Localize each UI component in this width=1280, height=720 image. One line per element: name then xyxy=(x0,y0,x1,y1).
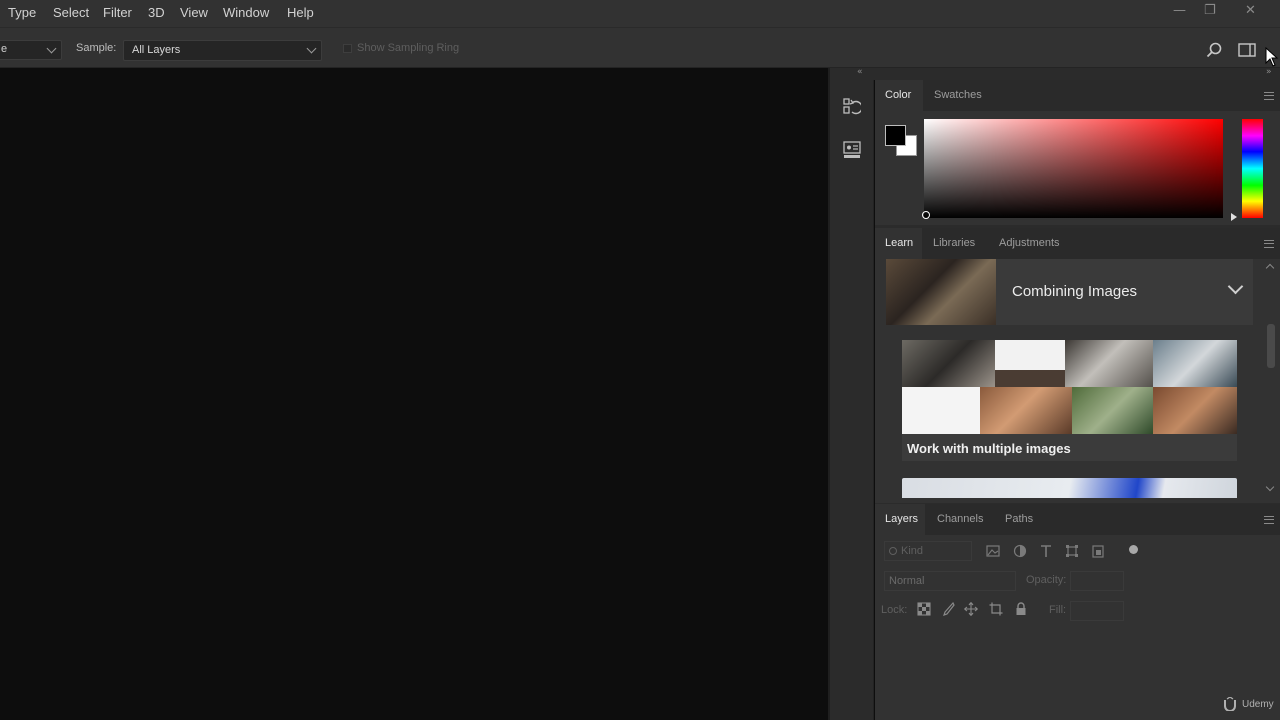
layers-tabs: Layers Channels Paths xyxy=(875,504,1280,535)
lock-image-pixels-icon[interactable] xyxy=(941,602,955,616)
filter-kind-select[interactable]: Kind xyxy=(884,541,972,561)
show-sampling-ring-checkbox[interactable] xyxy=(343,44,352,53)
layers-panel: Layers Channels Paths Kind Normal Opacit… xyxy=(875,504,1280,720)
foreground-color-swatch[interactable] xyxy=(885,125,906,146)
chevron-down-icon xyxy=(46,43,57,54)
lock-label: Lock: xyxy=(881,604,908,616)
color-panel: Color Swatches xyxy=(875,80,1280,225)
properties-icon[interactable] xyxy=(843,141,861,159)
lock-position-icon[interactable] xyxy=(964,602,978,616)
tab-learn[interactable]: Learn xyxy=(885,237,913,249)
blend-mode-select[interactable]: Normal xyxy=(884,571,1016,591)
menu-bar: Type Select Filter 3D View Window Help —… xyxy=(0,0,1280,27)
search-icon xyxy=(889,547,897,555)
hue-slider-marker[interactable] xyxy=(1231,213,1237,221)
tutorial-card-next[interactable] xyxy=(902,478,1237,498)
section-thumbnail xyxy=(886,259,996,325)
workspace-icon[interactable] xyxy=(1238,43,1256,57)
tab-swatches[interactable]: Swatches xyxy=(934,89,982,101)
chevron-down-icon xyxy=(306,43,317,54)
menu-view[interactable]: View xyxy=(180,5,208,20)
menu-filter[interactable]: Filter xyxy=(103,5,132,20)
tutorial-title: Work with multiple images xyxy=(907,441,1071,456)
collapse-icon[interactable]: « xyxy=(857,67,863,77)
watermark-text: Udemy xyxy=(1242,699,1274,710)
scroll-down-icon[interactable] xyxy=(1265,482,1275,492)
sample-size-select[interactable]: e xyxy=(0,40,62,60)
adjustment-layer-filter-icon[interactable] xyxy=(1013,544,1027,558)
learn-section-header[interactable]: Combining Images xyxy=(886,259,1253,325)
learn-panel: Learn Libraries Adjustments Combining Im… xyxy=(875,228,1280,503)
history-icon[interactable] xyxy=(843,97,861,115)
color-tabs: Color Swatches xyxy=(875,80,1280,111)
shape-layer-filter-icon[interactable] xyxy=(1065,544,1079,558)
section-title: Combining Images xyxy=(1012,283,1138,300)
learn-scrollbar[interactable] xyxy=(1265,259,1277,499)
panel-menu-icon[interactable] xyxy=(1264,92,1274,100)
fill-label: Fill: xyxy=(1049,604,1067,616)
tab-adjustments[interactable]: Adjustments xyxy=(999,237,1060,249)
sample-select[interactable]: All Layers xyxy=(123,40,322,61)
panel-menu-icon[interactable] xyxy=(1264,240,1274,248)
tab-libraries[interactable]: Libraries xyxy=(933,237,975,249)
tab-channels[interactable]: Channels xyxy=(937,513,983,525)
sample-label: Sample: xyxy=(76,42,117,54)
restore-button[interactable]: ❐ xyxy=(1204,3,1216,18)
document-canvas[interactable] xyxy=(0,68,828,720)
blend-mode-value: Normal xyxy=(889,575,925,587)
tab-paths[interactable]: Paths xyxy=(1005,513,1033,525)
panel-menu-icon[interactable] xyxy=(1264,516,1274,524)
lock-all-icon[interactable] xyxy=(1014,602,1028,616)
saturation-brightness-field[interactable] xyxy=(924,119,1223,218)
filter-toggle-icon[interactable] xyxy=(1129,545,1138,554)
menu-type[interactable]: Type xyxy=(8,5,36,20)
smart-object-filter-icon[interactable] xyxy=(1091,544,1105,558)
menu-3d[interactable]: 3D xyxy=(148,5,165,20)
menu-select[interactable]: Select xyxy=(53,5,89,20)
opacity-input[interactable] xyxy=(1070,571,1124,591)
chevron-down-icon[interactable] xyxy=(1227,278,1244,295)
scroll-up-icon[interactable] xyxy=(1265,263,1275,273)
menu-help[interactable]: Help xyxy=(287,5,314,20)
scroll-thumb[interactable] xyxy=(1267,324,1275,368)
hue-slider[interactable] xyxy=(1242,119,1263,218)
search-icon[interactable] xyxy=(1206,42,1222,58)
tutorial-card[interactable]: Work with multiple images xyxy=(902,340,1237,461)
opacity-label: Opacity: xyxy=(1026,574,1067,586)
menu-window[interactable]: Window xyxy=(223,5,269,20)
panel-icon-strip xyxy=(830,80,874,720)
prevent-autonest-icon[interactable] xyxy=(989,602,1003,616)
lock-transparent-pixels-icon[interactable] xyxy=(917,602,931,616)
sample-value: All Layers xyxy=(132,44,181,56)
minimize-button[interactable]: — xyxy=(1173,3,1186,18)
show-sampling-ring-label: Show Sampling Ring xyxy=(357,42,460,54)
options-bar: e Sample: All Layers Show Sampling Ring xyxy=(0,27,1280,68)
sample-size-value: e xyxy=(1,43,8,55)
color-picker-marker[interactable] xyxy=(922,211,930,219)
filter-kind-value: Kind xyxy=(901,545,924,557)
udemy-logo-icon xyxy=(1224,697,1236,711)
type-layer-filter-icon[interactable] xyxy=(1039,544,1053,558)
pixel-layer-filter-icon[interactable] xyxy=(986,544,1000,558)
fill-input[interactable] xyxy=(1070,601,1124,621)
tab-layers[interactable]: Layers xyxy=(885,513,918,525)
right-panel-dock: Color Swatches Learn Libraries Adjustmen… xyxy=(875,80,1280,720)
close-button[interactable]: ✕ xyxy=(1245,3,1256,18)
mouse-cursor-icon xyxy=(1265,47,1279,67)
tab-color[interactable]: Color xyxy=(885,89,911,101)
tutorial-thumbnail xyxy=(902,340,1237,434)
expand-icon[interactable]: » xyxy=(1266,67,1272,77)
panel-collapse-strip: « » xyxy=(830,67,1280,80)
learn-tabs: Learn Libraries Adjustments xyxy=(875,228,1280,259)
